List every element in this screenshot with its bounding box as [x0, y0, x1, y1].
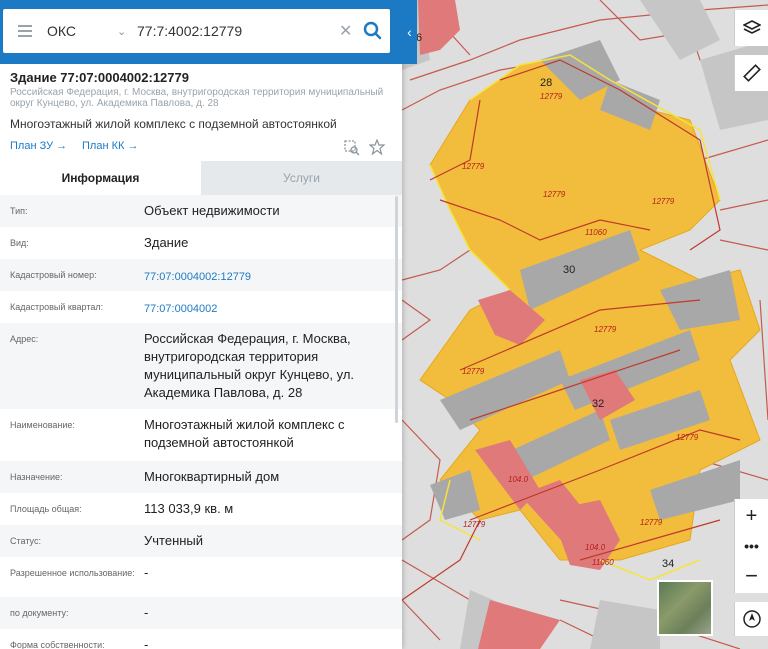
property-row: Форма собственности: -: [0, 629, 402, 649]
search-box: ОКС ⌄ ✕: [3, 9, 390, 53]
property-label: Наименование:: [10, 420, 75, 430]
parcel-label: 104.0: [585, 543, 606, 552]
parcel-label: 12779: [463, 520, 486, 529]
parcel-label: 11060: [585, 228, 607, 237]
property-row: по документу: -: [0, 597, 402, 629]
parcel-label: 11060: [592, 558, 614, 567]
property-label: Кадастровый номер:: [10, 270, 97, 280]
property-label: Форма собственности:: [10, 640, 105, 649]
ruler-button[interactable]: [734, 55, 768, 91]
parcel-label: 12779: [640, 518, 663, 527]
cadastral-quarter-link[interactable]: 77:07:0004002: [144, 291, 389, 323]
compass-icon: [742, 610, 761, 628]
property-value: 113 033,9 кв. м: [144, 501, 234, 516]
property-row: Кадастровый номер: 77:07:0004002:12779: [0, 259, 402, 291]
property-row: Наименование: Многоэтажный жилой комплек…: [0, 409, 402, 461]
property-label: Адрес:: [10, 334, 39, 344]
property-row: Тип: Объект недвижимости: [0, 195, 402, 227]
search-bar: ОКС ⌄ ✕: [0, 0, 402, 64]
chevron-down-icon[interactable]: ⌄: [117, 25, 137, 38]
zoom-in-button[interactable]: +: [734, 499, 768, 533]
zoom-out-button[interactable]: −: [734, 559, 768, 593]
property-value: -: [144, 565, 149, 580]
collapse-panel-button[interactable]: ‹: [402, 0, 417, 64]
favorite-star-icon[interactable]: [368, 138, 386, 156]
property-value: Учтенный: [144, 533, 204, 548]
search-icon: [363, 21, 382, 40]
property-label: Разрешенное использование:: [10, 568, 135, 578]
satellite-minimap[interactable]: [657, 580, 713, 636]
property-row: Адрес: Российская Федерация, г. Москва, …: [0, 323, 402, 409]
parcel-label: 12779: [540, 92, 563, 101]
app-root: 28 30 32 34 6 12779 12779 12779 12779 11…: [0, 0, 768, 649]
info-panel: ОКС ⌄ ✕ Здание 77:07:0004002:12779 Росси…: [0, 0, 402, 649]
plan-zu-link[interactable]: План ЗУ →: [10, 140, 67, 152]
property-row: Площадь общая: 113 033,9 кв. м: [0, 493, 402, 525]
property-value: -: [144, 605, 149, 620]
property-row: Кадастровый квартал: 77:07:0004002: [0, 291, 402, 323]
parcel-label: 12779: [462, 367, 485, 376]
house-number-34: 34: [662, 558, 675, 570]
find-on-map-icon[interactable]: [344, 140, 360, 156]
property-value: Здание: [144, 235, 189, 250]
object-title: Здание 77:07:0004002:12779: [10, 70, 189, 85]
property-label: Тип:: [10, 206, 28, 216]
property-list: Тип: Объект недвижимости Вид: Здание Кад…: [0, 195, 402, 649]
object-name: Многоэтажный жилой комплекс с подземной …: [10, 117, 337, 131]
parcel-label: 12779: [594, 325, 617, 334]
cadastral-number-link[interactable]: 77:07:0004002:12779: [144, 259, 389, 291]
search-button[interactable]: [359, 17, 387, 45]
property-value: -: [144, 637, 149, 649]
property-label: Площадь общая:: [10, 504, 82, 514]
search-input[interactable]: [137, 23, 327, 39]
property-row: Статус: Учтенный: [0, 525, 402, 557]
ruler-icon: [742, 64, 761, 82]
plan-links: План ЗУ → План КК →: [0, 131, 402, 161]
search-type-select[interactable]: ОКС: [47, 23, 117, 39]
tab-information[interactable]: Информация: [0, 161, 201, 195]
property-label: Вид:: [10, 238, 29, 248]
parcel-label: 12779: [543, 190, 566, 199]
parcel-label: 12779: [676, 433, 699, 442]
compass-button[interactable]: [734, 602, 768, 636]
property-value: Российская Федерация, г. Москва, внутриг…: [144, 331, 355, 400]
property-row: Разрешенное использование: -: [0, 557, 402, 597]
more-button[interactable]: •••: [734, 533, 768, 559]
property-label: Кадастровый квартал:: [10, 302, 104, 312]
property-label: по документу:: [10, 608, 69, 618]
parcel-label: 104.0: [508, 475, 529, 484]
property-value: Объект недвижимости: [144, 203, 280, 218]
house-number-32: 32: [592, 398, 605, 410]
property-row: Назначение: Многоквартирный дом: [0, 461, 402, 493]
clear-icon[interactable]: ✕: [339, 21, 352, 41]
parcel-label: 12779: [652, 197, 675, 206]
parcel-label: 12779: [462, 162, 485, 171]
house-number-28: 28: [540, 77, 553, 89]
property-label: Статус:: [10, 536, 41, 546]
property-value: Многоэтажный жилой комплекс с подземной …: [144, 417, 345, 450]
layers-icon: [742, 20, 761, 34]
layers-button[interactable]: [734, 10, 768, 46]
tab-services[interactable]: Услуги: [201, 161, 402, 195]
property-row: Вид: Здание: [0, 227, 402, 259]
property-label: Назначение:: [10, 472, 63, 482]
object-address: Российская Федерация, г. Москва, внутриг…: [10, 87, 384, 109]
menu-icon[interactable]: [3, 9, 47, 53]
tab-bar: Информация Услуги: [0, 161, 402, 195]
house-number-30: 30: [563, 264, 576, 276]
property-value: Многоквартирный дом: [144, 469, 280, 484]
panel-scrollbar[interactable]: [395, 196, 398, 423]
plan-kk-link[interactable]: План КК →: [82, 140, 138, 152]
